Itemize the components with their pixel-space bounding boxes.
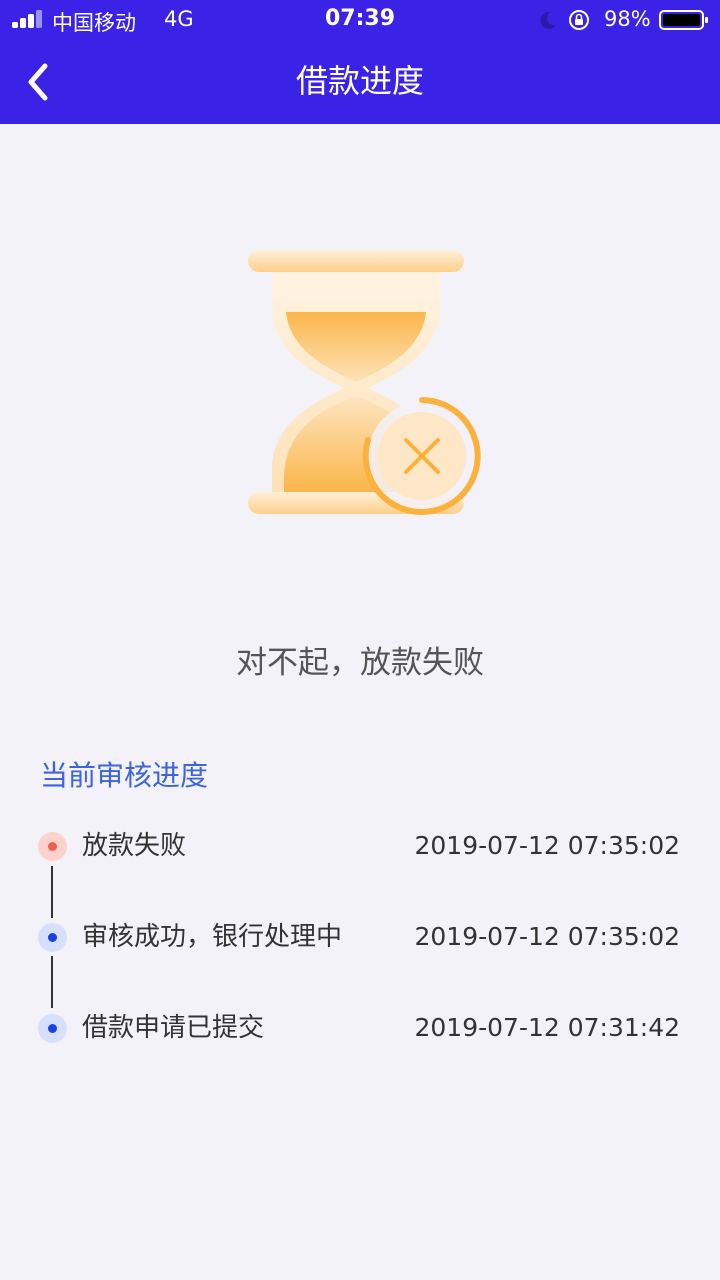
step-time: 2019-07-12 07:31:42 [414, 1013, 680, 1042]
page-title: 借款进度 [295, 62, 424, 100]
nav-bar: 借款进度 [0, 40, 720, 124]
status-dot-done [38, 923, 67, 952]
step-time: 2019-07-12 07:35:02 [414, 922, 680, 951]
status-dot-failed [38, 832, 67, 861]
progress-step: 借款申请已提交 2019-07-12 07:31:42 [0, 1006, 720, 1050]
orientation-lock-icon [569, 10, 589, 30]
progress-step: 审核成功，银行处理中 2019-07-12 07:35:02 [0, 915, 720, 959]
progress-step: 放款失败 2019-07-12 07:35:02 [0, 824, 720, 868]
back-button[interactable] [14, 54, 66, 110]
moon-icon [540, 11, 556, 29]
app-header: 中国移动 4G 07:39 98% 借款进度 [0, 0, 720, 124]
step-label: 审核成功，银行处理中 [82, 922, 343, 952]
battery-percent: 98% [604, 7, 651, 31]
status-dot-done [38, 1014, 67, 1043]
step-label: 借款申请已提交 [82, 1013, 265, 1043]
step-label: 放款失败 [82, 831, 187, 861]
timeline-connector [51, 866, 53, 918]
timeline-connector [51, 956, 53, 1008]
battery-icon [659, 10, 708, 30]
result-message: 对不起，放款失败 [236, 645, 484, 681]
status-bar: 中国移动 4G 07:39 98% [0, 0, 720, 40]
progress-section-title: 当前审核进度 [40, 759, 209, 792]
step-time: 2019-07-12 07:35:02 [414, 831, 680, 860]
hourglass-failed-icon [248, 250, 481, 515]
chevron-left-icon [28, 63, 48, 101]
